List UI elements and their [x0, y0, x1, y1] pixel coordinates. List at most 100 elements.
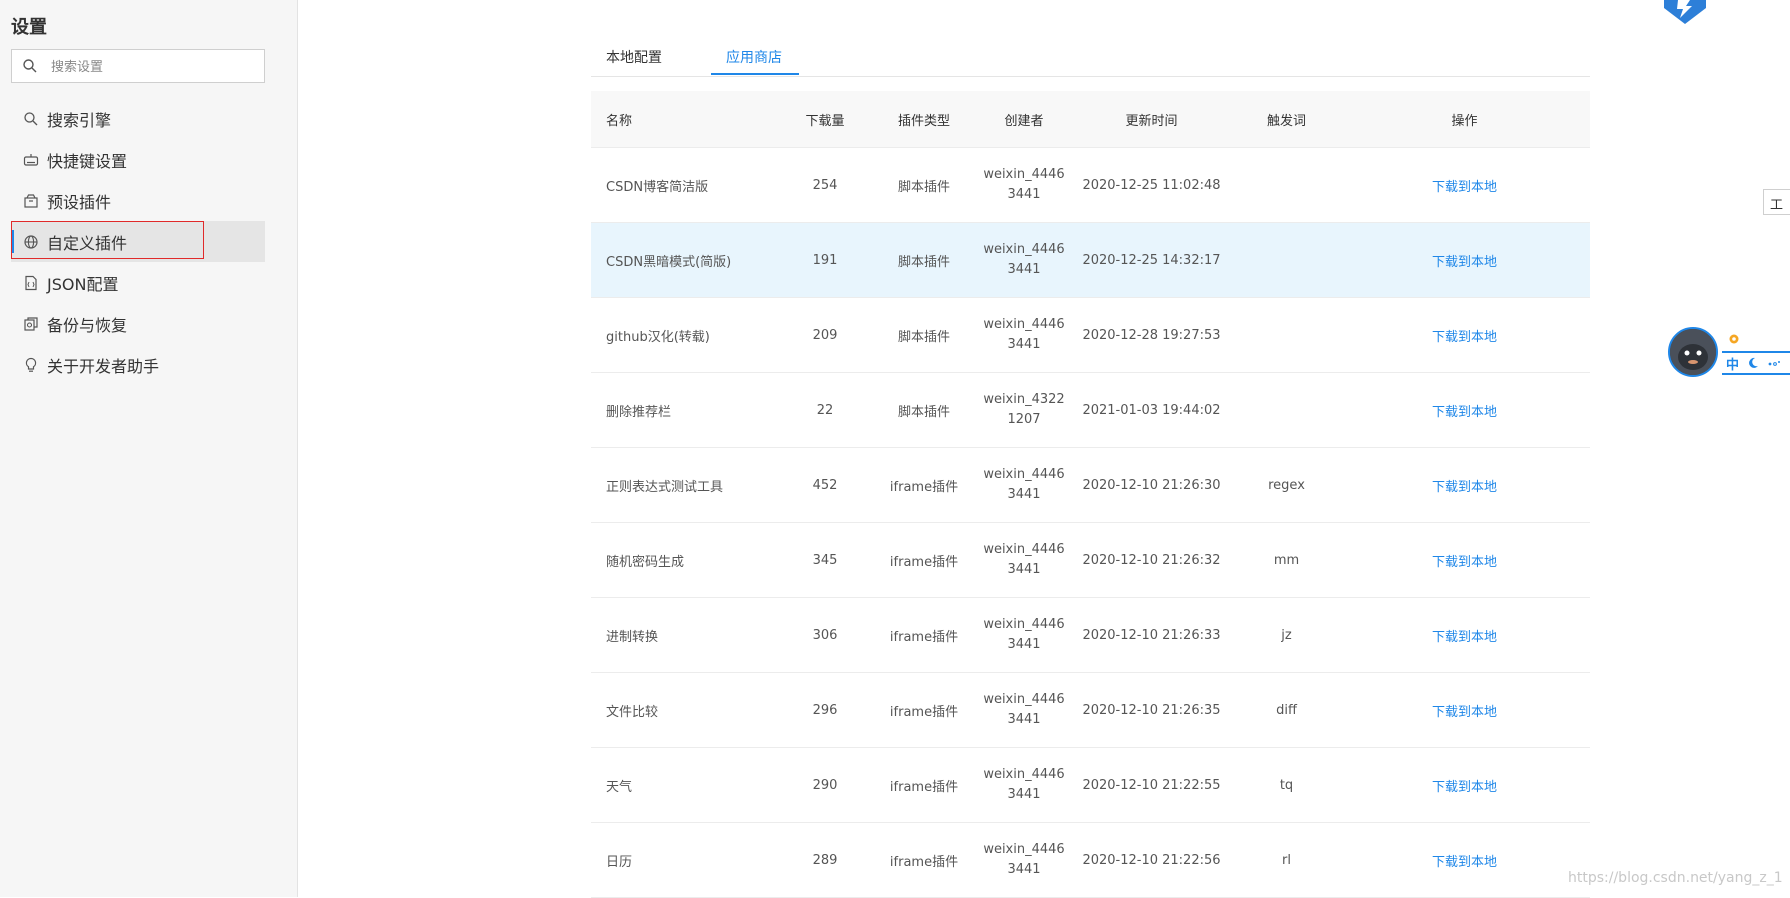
cell-updated: 2020-12-28 19:27:53 [1069, 297, 1234, 373]
sidebar-item-about[interactable]: 关于开发者助手 [11, 344, 265, 385]
settings-search-input[interactable] [49, 55, 258, 79]
moon-icon[interactable] [1747, 357, 1759, 369]
sidebar-item-backup-restore[interactable]: 备份与恢复 [11, 303, 265, 344]
cell-name: 进制转换 [591, 597, 781, 673]
tab-bar: 本地配置 应用商店 [591, 44, 1590, 77]
creator-line: 3441 [1007, 787, 1041, 802]
ime-language-label[interactable]: 中 [1726, 354, 1739, 373]
gear-icon [1729, 334, 1739, 344]
creator-line: weixin_4446 [983, 842, 1065, 857]
cell-downloads: 452 [781, 447, 869, 523]
cell-type: 脚本插件 [869, 222, 979, 298]
download-link[interactable]: 下载到本地 [1432, 705, 1497, 720]
download-link[interactable]: 下载到本地 [1432, 180, 1497, 195]
cell-action: 下载到本地 [1339, 447, 1590, 523]
download-link[interactable]: 下载到本地 [1432, 630, 1497, 645]
cell-updated: 2020-12-25 11:02:48 [1069, 147, 1234, 223]
download-link[interactable]: 下载到本地 [1432, 480, 1497, 495]
cell-action: 下载到本地 [1339, 222, 1590, 298]
cell-updated: 2020-12-10 21:26:32 [1069, 522, 1234, 598]
floating-logo-icon[interactable] [1660, 0, 1710, 26]
creator-line: weixin_4446 [983, 317, 1065, 332]
column-header-downloads: 下载量 [781, 91, 869, 148]
cell-type: iframe插件 [869, 522, 979, 598]
cell-updated: 2021-01-03 19:44:02 [1069, 372, 1234, 448]
cell-type: iframe插件 [869, 822, 979, 898]
cell-action: 下载到本地 [1339, 822, 1590, 898]
cell-downloads: 296 [781, 672, 869, 748]
sidebar-item-label: JSON配置 [47, 274, 119, 294]
cell-creator: weixin_4446 3441 [979, 447, 1069, 523]
sidebar-item-json-config[interactable]: JSON配置 [11, 262, 265, 303]
settings-search-box[interactable] [11, 49, 265, 83]
sidebar-item-label: 预设插件 [47, 192, 112, 212]
cell-action: 下载到本地 [1339, 597, 1590, 673]
column-header-updated: 更新时间 [1069, 91, 1234, 148]
column-header-action: 操作 [1339, 91, 1590, 148]
cartoon-avatar-icon [1670, 329, 1716, 375]
cell-creator: weixin_4446 3441 [979, 522, 1069, 598]
lightbulb-icon [25, 357, 37, 372]
cell-updated: 2020-12-10 21:26:30 [1069, 447, 1234, 523]
download-link[interactable]: 下载到本地 [1432, 330, 1497, 345]
table-header-row: 名称 下载量 插件类型 创建者 更新时间 触发词 操作 [591, 91, 1590, 148]
cell-updated: 2020-12-10 21:22:56 [1069, 822, 1234, 898]
cell-creator: weixin_4446 3441 [979, 822, 1069, 898]
cell-name: github汉化(转载) [591, 297, 781, 373]
cell-trigger [1234, 147, 1339, 223]
download-link[interactable]: 下载到本地 [1432, 255, 1497, 270]
download-link[interactable]: 下载到本地 [1432, 780, 1497, 795]
tab-local-config[interactable]: 本地配置 [606, 47, 662, 76]
punctuation-icon[interactable] [1767, 358, 1781, 368]
cell-trigger: tq [1234, 747, 1339, 823]
sidebar-item-search-engine[interactable]: 搜索引擎 [11, 98, 265, 139]
creator-line: 3441 [1007, 337, 1041, 352]
cell-type: 脚本插件 [869, 372, 979, 448]
creator-line: weixin_4446 [983, 467, 1065, 482]
active-tab-indicator [711, 73, 799, 75]
download-link[interactable]: 下载到本地 [1432, 405, 1497, 420]
creator-line: weixin_4446 [983, 692, 1065, 707]
creator-line: 1207 [1007, 412, 1041, 427]
cell-trigger: diff [1234, 672, 1339, 748]
cell-downloads: 22 [781, 372, 869, 448]
edge-tool-tab[interactable]: 工 [1763, 189, 1790, 215]
column-header-trigger: 触发词 [1234, 91, 1339, 148]
sidebar-item-label: 关于开发者助手 [47, 356, 160, 376]
sidebar-item-preset-plugins[interactable]: 预设插件 [11, 180, 265, 221]
sidebar-item-shortcuts[interactable]: 快捷键设置 [11, 139, 265, 180]
table-row: 随机密码生成 345 iframe插件 weixin_4446 3441 2020… [591, 522, 1590, 598]
cell-updated: 2020-12-10 21:26:33 [1069, 597, 1234, 673]
creator-line: weixin_4446 [983, 167, 1065, 182]
download-link[interactable]: 下载到本地 [1432, 855, 1497, 870]
download-link[interactable]: 下载到本地 [1432, 555, 1497, 570]
cell-trigger: jz [1234, 597, 1339, 673]
cell-name: 文件比较 [591, 672, 781, 748]
creator-line: 3441 [1007, 637, 1041, 652]
cell-trigger [1234, 372, 1339, 448]
cell-trigger: mm [1234, 522, 1339, 598]
cell-action: 下载到本地 [1339, 522, 1590, 598]
plugin-store-table: 名称 下载量 插件类型 创建者 更新时间 触发词 操作 CSDN博客简洁版 25… [591, 91, 1590, 898]
cell-creator: weixin_4446 3441 [979, 147, 1069, 223]
search-icon [23, 59, 37, 73]
cell-name: CSDN博客简洁版 [591, 147, 781, 223]
column-header-name: 名称 [591, 91, 781, 148]
sidebar-item-label: 自定义插件 [47, 233, 128, 253]
cell-downloads: 209 [781, 297, 869, 373]
table-row: github汉化(转载) 209 脚本插件 weixin_4446 3441 20… [591, 297, 1590, 373]
tab-app-store[interactable]: 应用商店 [726, 47, 782, 76]
cell-trigger: regex [1234, 447, 1339, 523]
sidebar-item-custom-plugins[interactable]: 自定义插件 [11, 221, 265, 262]
cell-type: 脚本插件 [869, 147, 979, 223]
backup-icon [24, 316, 38, 331]
column-header-creator: 创建者 [979, 91, 1069, 148]
creator-line: weixin_4446 [983, 242, 1065, 257]
cell-downloads: 254 [781, 147, 869, 223]
avatar[interactable] [1668, 327, 1718, 377]
globe-icon [24, 234, 38, 249]
cell-name: 天气 [591, 747, 781, 823]
sidebar-title: 设置 [11, 17, 47, 38]
ime-toolbar[interactable]: 中 [1722, 351, 1790, 375]
sidebar: 设置 搜索引擎 快捷键设置 [0, 0, 298, 897]
